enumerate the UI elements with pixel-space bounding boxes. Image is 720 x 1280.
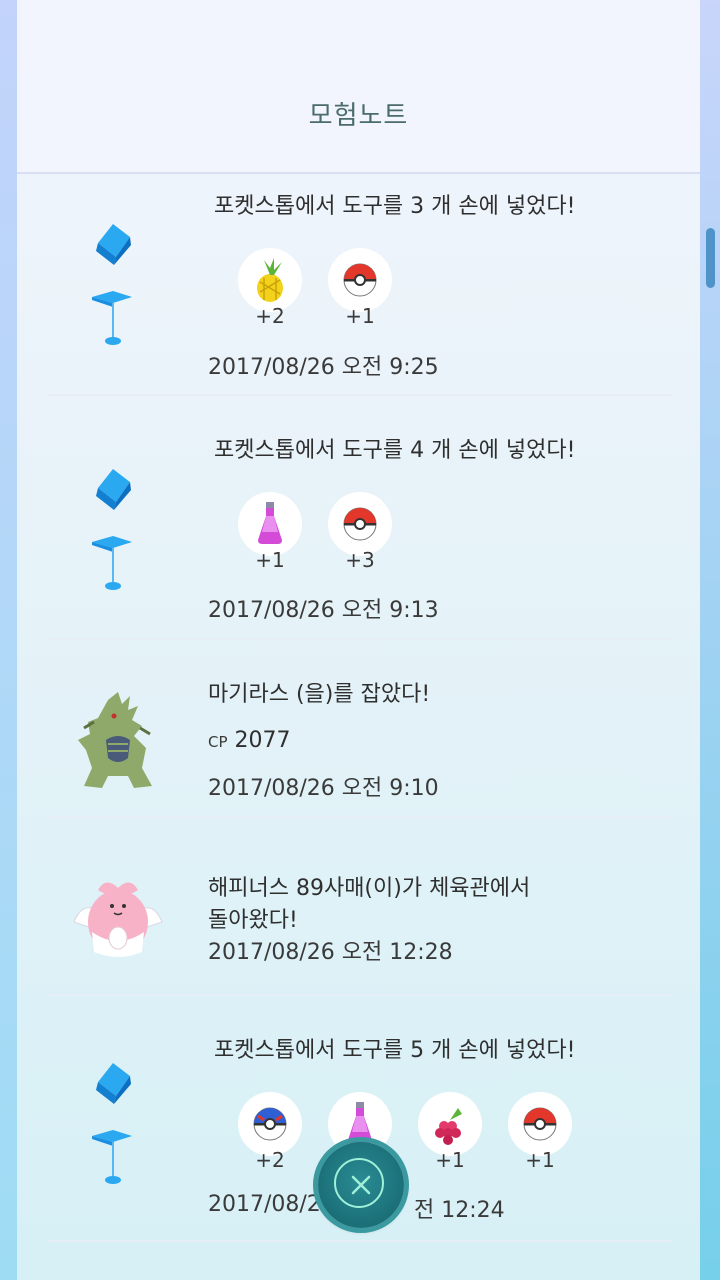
item-slot [328, 248, 392, 312]
journal-panel: 모험노트 포켓스톱에서 도구를 3 개 손에 넣었다! +2 +1 2017/0… [17, 0, 715, 1280]
entry-headline-line2: 돌아왔다! [208, 908, 298, 933]
entry-time: 2017/08/2 [208, 1192, 321, 1217]
entry-headline: 포켓스톱에서 도구를 4 개 손에 넣었다! [214, 438, 576, 463]
scrollbar[interactable] [706, 228, 715, 288]
great-ball-icon [253, 1107, 287, 1141]
poke-ball-icon [343, 263, 377, 297]
cp-value: 2077 [234, 728, 291, 753]
close-icon [351, 1175, 371, 1195]
entry-headline: 포켓스톱에서 도구를 5 개 손에 넣었다! [214, 1038, 576, 1063]
tyranitar-sprite [78, 692, 152, 788]
list-item[interactable]: 마기라스 (을)를 잡았다! CP 2077 2017/08/26 오전 9:1… [48, 640, 672, 818]
right-edge [700, 0, 720, 1280]
item-count: +1 [525, 1148, 555, 1172]
item-slot [238, 492, 302, 556]
entry-time: 2017/08/26 오전 12:28 [208, 940, 453, 965]
list-item[interactable]: 해피너스 89사매(이)가 체육관에서 돌아왔다! 2017/08/26 오전 … [48, 818, 672, 996]
item-count: +1 [255, 548, 285, 572]
item-count: +2 [255, 304, 285, 328]
razz-berry-icon [435, 1108, 462, 1145]
item-count: +1 [345, 304, 375, 328]
list-item[interactable]: 포켓스톱에서 도구를 4 개 손에 넣었다! +1 +3 2017/08/26 … [48, 396, 672, 640]
left-edge [0, 0, 17, 1280]
entry-headline-line1: 해피너스 89사매(이)가 체육관에서 [208, 876, 531, 901]
item-slot [238, 248, 302, 312]
entry-headline: 마기라스 (을)를 잡았다! [208, 682, 431, 707]
poke-ball-icon [523, 1107, 557, 1141]
blissey-sprite [73, 882, 163, 957]
cp-label: CP [208, 733, 228, 751]
page-title: 모험노트 [308, 101, 409, 131]
poke-ball-icon [343, 507, 377, 541]
potion-icon [258, 502, 282, 544]
entry-headline: 포켓스톱에서 도구를 3 개 손에 넣었다! [214, 194, 576, 219]
item-slot [418, 1092, 482, 1156]
item-slot [328, 492, 392, 556]
pokestop-icon [92, 1063, 132, 1184]
item-count: +2 [255, 1148, 285, 1172]
item-count: +3 [345, 548, 375, 572]
entry-time: 2017/08/26 오전 9:25 [208, 355, 439, 380]
entry-time: 2017/08/26 오전 9:13 [208, 598, 439, 623]
close-button[interactable] [318, 1142, 404, 1228]
item-slot [238, 1092, 302, 1156]
pinap-berry-icon [257, 258, 283, 302]
pokestop-icon [92, 469, 132, 590]
entry-time-tail: 전 12:24 [414, 1198, 505, 1223]
item-slot [508, 1092, 572, 1156]
list-item[interactable]: 포켓스톱에서 도구를 3 개 손에 넣었다! +2 +1 2017/08/26 … [48, 174, 672, 396]
journal-header: 모험노트 [17, 0, 700, 174]
pokestop-icon [92, 224, 132, 345]
entry-time: 2017/08/26 오전 9:10 [208, 776, 439, 801]
item-count: +1 [435, 1148, 465, 1172]
cp-value-row: CP 2077 [208, 728, 291, 753]
